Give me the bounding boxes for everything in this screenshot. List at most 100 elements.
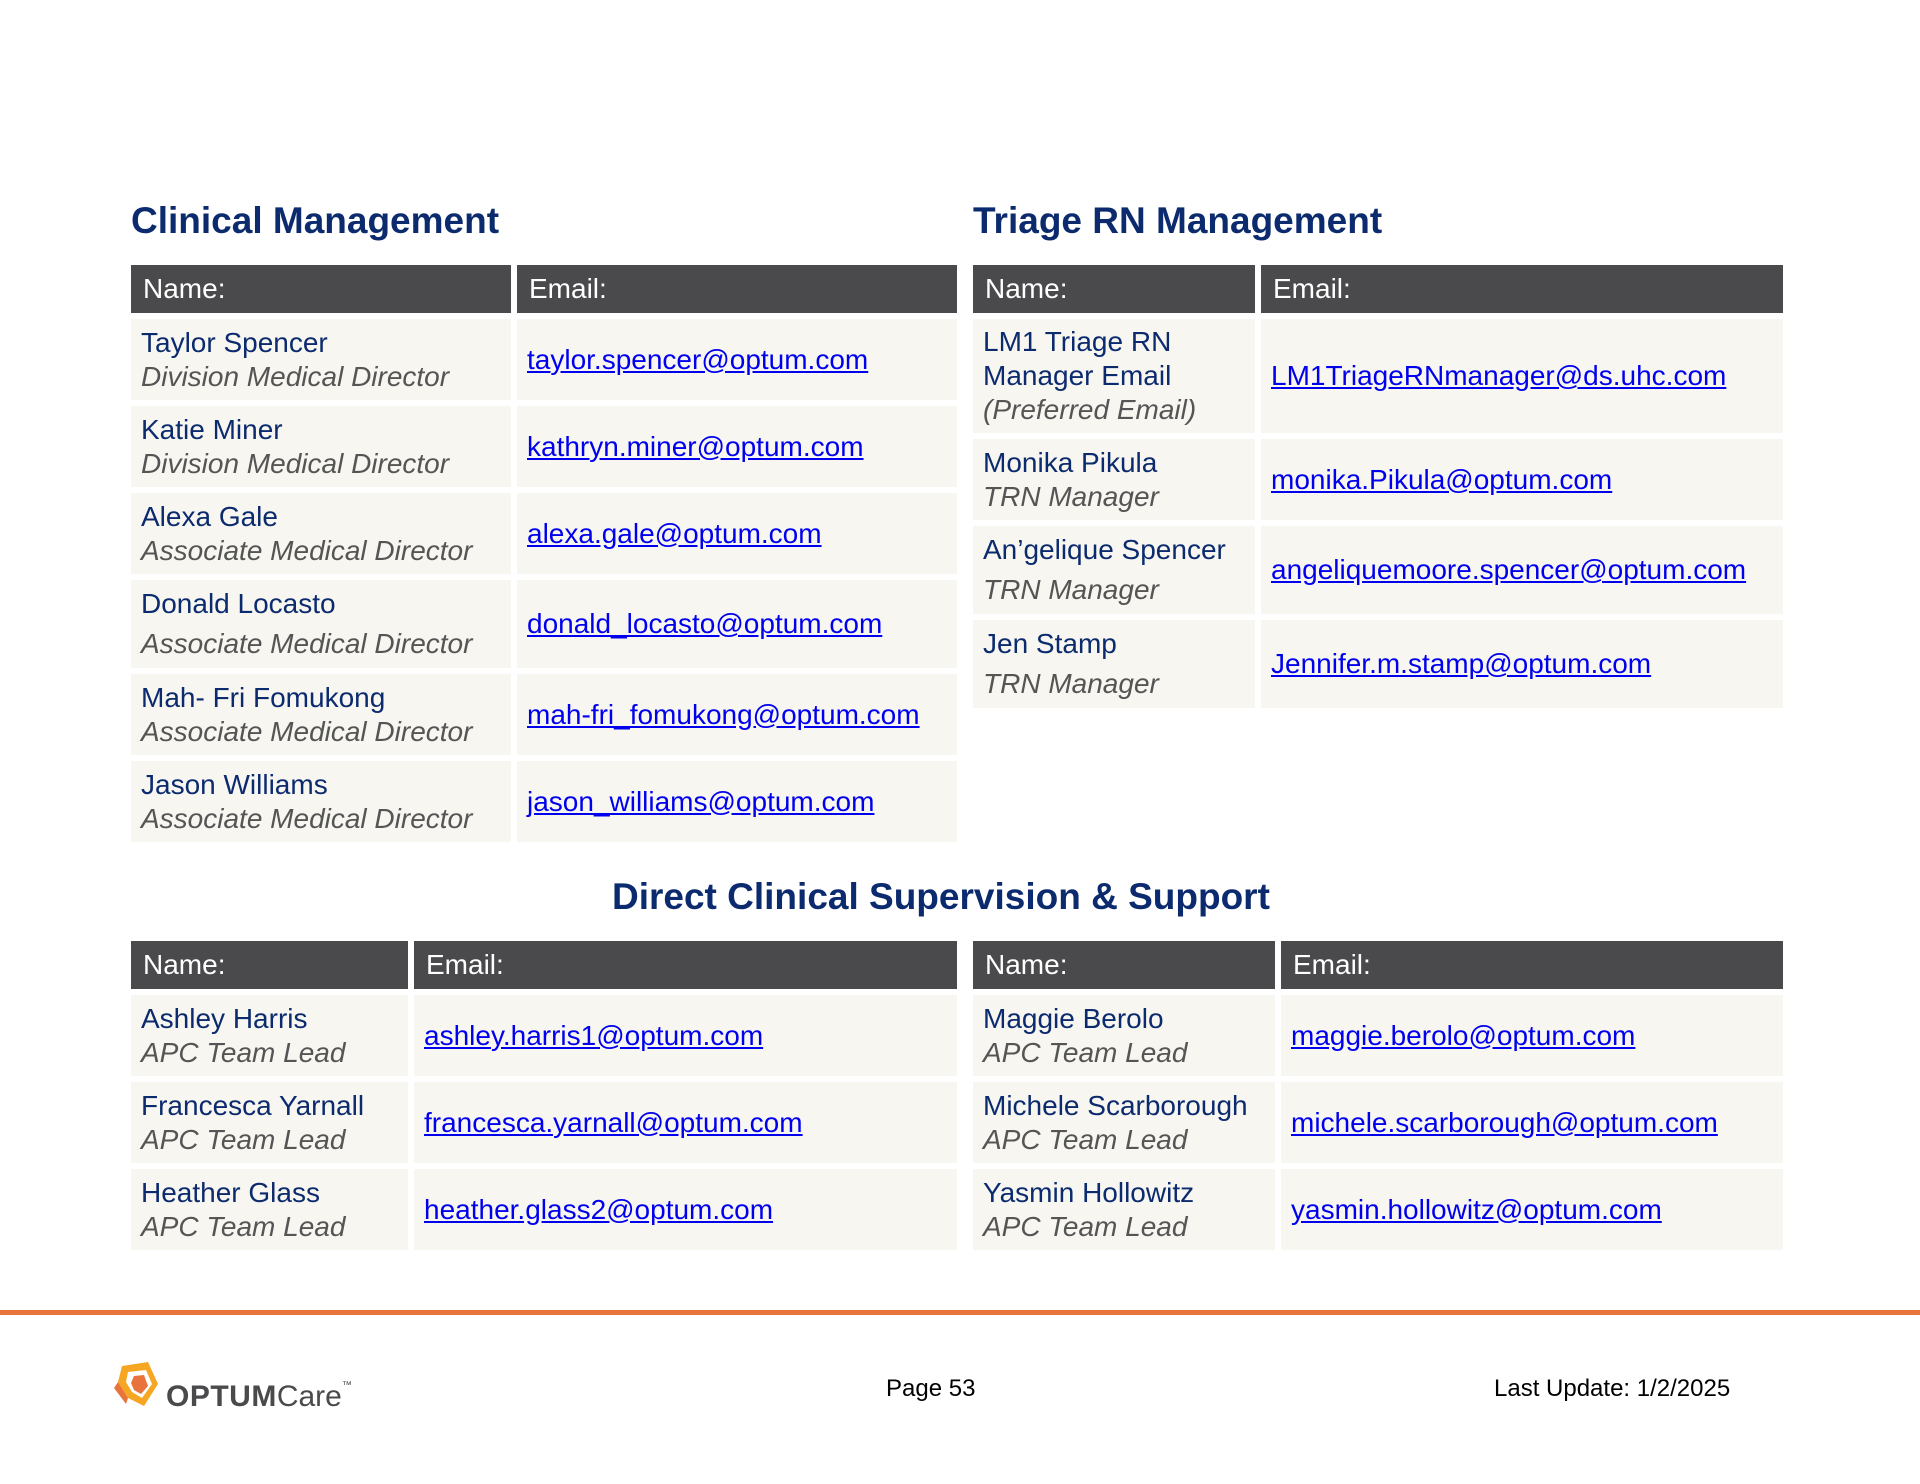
email-link[interactable]: alexa.gale@optum.com: [527, 518, 822, 549]
email-cell: mah-fri_fomukong@optum.com: [517, 674, 957, 755]
email-column-header: Email:: [1281, 941, 1783, 989]
person-cell: Alexa Gale Associate Medical Director: [131, 493, 511, 574]
logo-care-text: Care: [276, 1380, 342, 1413]
person-name: Mah- Fri Fomukong: [141, 681, 386, 713]
email-cell: alexa.gale@optum.com: [517, 493, 957, 574]
person-name: Michele Scarborough: [983, 1089, 1248, 1121]
email-cell: maggie.berolo@optum.com: [1281, 995, 1783, 1076]
table-header-row: Name: Email:: [973, 941, 1783, 989]
person-cell: An’gelique Spencer TRN Manager: [973, 526, 1255, 614]
person-name-line: Manager Email: [983, 360, 1172, 391]
email-cell: kathryn.miner@optum.com: [517, 406, 957, 487]
triage-management-title: Triage RN Management: [973, 200, 1383, 241]
person-cell: Monika Pikula TRN Manager: [973, 439, 1255, 520]
footer-divider: [0, 1310, 1920, 1315]
table-header-row: Name: Email:: [131, 941, 957, 989]
person-title: APC Team Lead: [141, 1210, 346, 1242]
clinical-management-title: Clinical Management: [131, 200, 500, 241]
table-row: Yasmin Hollowitz APC Team Lead yasmin.hol…: [973, 1169, 1783, 1250]
person-title: TRN Manager: [983, 668, 1159, 699]
person-name: Jen Stamp: [983, 628, 1117, 659]
logo-trademark: ™: [341, 1380, 352, 1391]
email-cell: francesca.yarnall@optum.com: [414, 1082, 957, 1163]
person-cell: Katie Miner Division Medical Director: [131, 406, 511, 487]
table-row: LM1 Triage RN Manager Email (Preferred Ema…: [973, 319, 1783, 433]
email-link[interactable]: taylor.spencer@optum.com: [527, 344, 868, 375]
person-cell: Yasmin Hollowitz APC Team Lead: [973, 1169, 1275, 1250]
person-cell: Heather Glass APC Team Lead: [131, 1169, 408, 1250]
person-title: Division Medical Director: [141, 360, 450, 392]
last-update: Last Update: 1/2/2025: [1494, 1375, 1731, 1402]
person-name: Heather Glass: [141, 1176, 320, 1208]
email-link[interactable]: angeliquemoore.spencer@optum.com: [1271, 554, 1746, 585]
person-cell: Taylor Spencer Division Medical Director: [131, 319, 511, 400]
name-column-header: Name:: [973, 265, 1255, 313]
person-title: TRN Manager: [983, 574, 1159, 605]
name-column-header: Name:: [973, 941, 1275, 989]
table-row: An’gelique Spencer TRN Manager angeliquem…: [973, 526, 1783, 614]
person-name: Ashley Harris: [141, 1002, 308, 1034]
email-cell: monika.Pikula@optum.com: [1261, 439, 1783, 520]
email-link[interactable]: kathryn.miner@optum.com: [527, 431, 864, 462]
person-cell: Jason Williams Associate Medical Director: [131, 761, 511, 842]
person-name: Alexa Gale: [141, 500, 278, 532]
email-cell: ashley.harris1@optum.com: [414, 995, 957, 1076]
email-cell: donald_locasto@optum.com: [517, 580, 957, 668]
person-cell: LM1 Triage RN Manager Email (Preferred Ema…: [973, 319, 1255, 433]
direct-supervision-right-table: Name: Email: Maggie Berolo APC Team Lead …: [967, 935, 1789, 1256]
table-row: Alexa Gale Associate Medical Director ale…: [131, 493, 957, 574]
email-column-header: Email:: [517, 265, 957, 313]
email-link[interactable]: jason_williams@optum.com: [527, 786, 874, 817]
email-link[interactable]: LM1TriageRNmanager@ds.uhc.com: [1271, 360, 1726, 391]
person-name: An’gelique Spencer: [983, 534, 1226, 565]
person-cell: Mah- Fri Fomukong Associate Medical Direc…: [131, 674, 511, 755]
email-cell: heather.glass2@optum.com: [414, 1169, 957, 1250]
person-title: APC Team Lead: [141, 1123, 346, 1155]
table-header-row: Name: Email:: [973, 265, 1783, 313]
person-cell: Michele Scarborough APC Team Lead: [973, 1082, 1275, 1163]
person-cell: Ashley Harris APC Team Lead: [131, 995, 408, 1076]
person-name: Yasmin Hollowitz: [983, 1176, 1195, 1208]
clinical-management-table: Name: Email: Taylor Spencer Division Medi…: [125, 259, 963, 848]
email-cell: jason_williams@optum.com: [517, 761, 957, 842]
page-number: Page 53: [886, 1375, 976, 1402]
email-link[interactable]: maggie.berolo@optum.com: [1291, 1020, 1635, 1051]
email-link[interactable]: francesca.yarnall@optum.com: [424, 1107, 803, 1138]
person-title: APC Team Lead: [141, 1036, 346, 1068]
name-column-header: Name:: [131, 265, 511, 313]
table-row: Heather Glass APC Team Lead heather.glass…: [131, 1169, 957, 1250]
table-row: Michele Scarborough APC Team Lead michele…: [973, 1082, 1783, 1163]
person-cell: Francesca Yarnall APC Team Lead: [131, 1082, 408, 1163]
direct-supervision-title: Direct Clinical Supervision & Support: [612, 876, 1270, 917]
person-title: Associate Medical Director: [141, 628, 473, 659]
email-link[interactable]: monika.Pikula@optum.com: [1271, 464, 1612, 495]
person-title: TRN Manager: [983, 480, 1159, 512]
email-link[interactable]: mah-fri_fomukong@optum.com: [527, 699, 920, 730]
person-cell: Donald Locasto Associate Medical Director: [131, 580, 511, 668]
table-header-row: Name: Email:: [131, 265, 957, 313]
person-title: APC Team Lead: [983, 1123, 1188, 1155]
email-cell: LM1TriageRNmanager@ds.uhc.com: [1261, 319, 1783, 433]
table-row: Monika Pikula TRN Manager monika.Pikula@o…: [973, 439, 1783, 520]
email-link[interactable]: heather.glass2@optum.com: [424, 1194, 773, 1225]
email-link[interactable]: donald_locasto@optum.com: [527, 608, 882, 639]
optum-logo-icon: [114, 1362, 158, 1406]
triage-management-table: Name: Email: LM1 Triage RN Manager Email(…: [967, 259, 1789, 714]
email-cell: taylor.spencer@optum.com: [517, 319, 957, 400]
person-name: Katie Miner: [141, 413, 283, 445]
person-title: APC Team Lead: [983, 1210, 1188, 1242]
email-cell: michele.scarborough@optum.com: [1281, 1082, 1783, 1163]
email-cell: angeliquemoore.spencer@optum.com: [1261, 526, 1783, 614]
email-cell: Jennifer.m.stamp@optum.com: [1261, 620, 1783, 708]
email-link[interactable]: yasmin.hollowitz@optum.com: [1291, 1194, 1662, 1225]
email-column-header: Email:: [1261, 265, 1783, 313]
email-link[interactable]: ashley.harris1@optum.com: [424, 1020, 763, 1051]
table-row: Taylor Spencer Division Medical Director …: [131, 319, 957, 400]
email-link[interactable]: Jennifer.m.stamp@optum.com: [1271, 648, 1651, 679]
email-link[interactable]: michele.scarborough@optum.com: [1291, 1107, 1718, 1138]
person-cell: Jen Stamp TRN Manager: [973, 620, 1255, 708]
person-title: Associate Medical Director: [141, 802, 473, 834]
logo-optum-text: OPTUM: [166, 1380, 277, 1413]
person-title: Associate Medical Director: [141, 534, 473, 566]
person-name: Maggie Berolo: [983, 1002, 1164, 1034]
